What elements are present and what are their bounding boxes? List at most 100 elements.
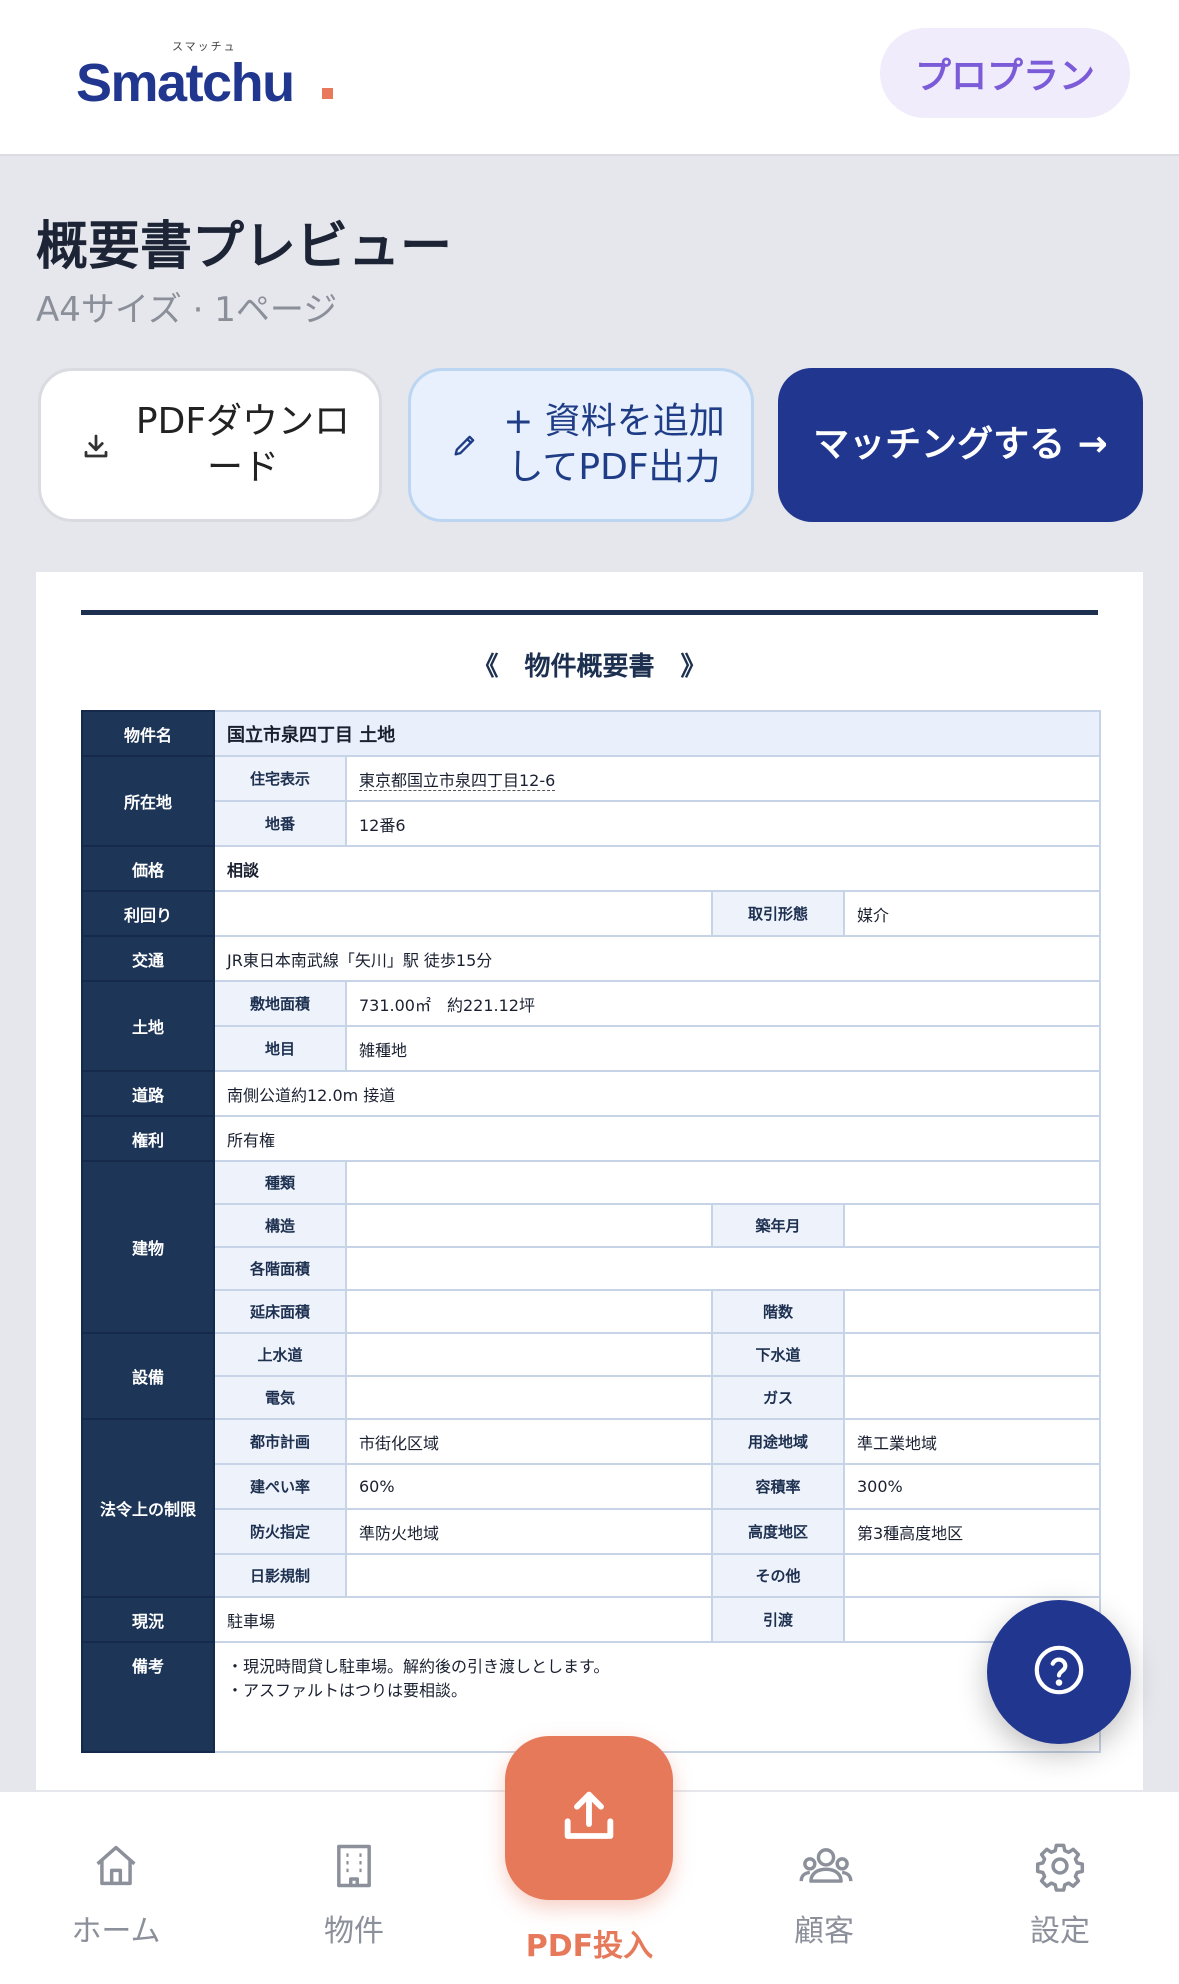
table-row: 利回り 取引形態 媒介 (81, 890, 1102, 937)
sub-header: 引渡 (711, 1596, 845, 1643)
far-value: 300% (842, 1463, 1102, 1510)
row-header: 権利 (81, 1115, 215, 1162)
help-icon (1031, 1642, 1087, 1702)
city-plan-value: 市街化区域 (345, 1418, 713, 1465)
doc-top-rule (81, 610, 1098, 615)
pdf-upload-label[interactable]: PDF投入 (0, 1921, 1179, 1965)
floors-value (842, 1289, 1102, 1334)
sub-header: 延床面積 (213, 1289, 347, 1334)
table-row: 物件名 国立市泉四丁目 土地 (81, 710, 1102, 757)
add-material-label: + 資料を追加してPDF出力 (503, 401, 725, 488)
sub-header: 下水道 (711, 1332, 845, 1377)
sewer-value (842, 1332, 1102, 1377)
app-header: スマッチュ Smatchu プロプラン (0, 0, 1179, 156)
doc-heading: 《 物件概要書 》 (472, 651, 707, 682)
sub-header: 都市計画 (213, 1418, 347, 1465)
type-value (344, 1160, 1102, 1205)
sub-header: その他 (711, 1553, 845, 1598)
table-row: 建ぺい率 60% 容積率 300% (82, 1463, 1102, 1510)
structure-value (345, 1203, 713, 1248)
table-row: 構造 築年月 (82, 1203, 1102, 1248)
table-row: 建物 種類 (81, 1160, 1102, 1334)
sub-header: 階数 (711, 1289, 845, 1334)
table-row: 価格 相談 (81, 845, 1102, 892)
table-row: 防火指定 準防火地域 高度地区 第3種高度地区 (82, 1508, 1102, 1555)
people-icon (798, 1840, 854, 1896)
table-row: 土地 敷地面積 731.00㎡ 約221.12坪 (81, 980, 1102, 1072)
pdf-download-label: PDFダウンロード (135, 401, 351, 488)
sub-header: 上水道 (213, 1332, 347, 1377)
electric-value (345, 1375, 713, 1420)
row-header: 所在地 (81, 755, 215, 847)
sub-header: 種類 (213, 1160, 347, 1205)
table-row: 地目 雑種地 (82, 1025, 1102, 1072)
row-header: 価格 (81, 845, 215, 892)
pencil-icon (451, 431, 479, 463)
pdf-upload-button[interactable] (505, 1736, 673, 1900)
gear-icon (1034, 1840, 1086, 1896)
upload-icon (557, 1784, 621, 1852)
property-spec-table: 物件名 国立市泉四丁目 土地 所在地 住宅表示 東京都国立市泉四丁目12-6 地… (81, 710, 1102, 1753)
rights-value: 所有権 (212, 1115, 1102, 1162)
yield-value (213, 890, 713, 937)
sub-header: 建ぺい率 (213, 1463, 347, 1510)
row-header: 現況 (81, 1596, 215, 1643)
sub-header: 電気 (213, 1375, 347, 1420)
page-title: 概要書プレビュー (36, 217, 453, 277)
matching-label: マッチングする → (813, 424, 1108, 465)
sub-header: ガス (711, 1375, 845, 1420)
sub-header: 住宅表示 (213, 755, 347, 802)
table-row: 道路 南側公道約12.0m 接道 (81, 1070, 1102, 1117)
home-icon (90, 1840, 142, 1896)
remarks-line: ・現況時間貸し駐車場。解約後の引き渡しとします。 (227, 1657, 610, 1676)
table-row: 法令上の制限 都市計画 市街化区域 用途地域 準工業地域 (81, 1418, 1102, 1598)
row-header: 利回り (81, 890, 215, 937)
table-row: 延床面積 階数 (82, 1289, 1102, 1334)
page-subtitle: A4サイズ · 1ページ (36, 290, 338, 330)
table-row: 交通 JR東日本南武線「矢川」駅 徒歩15分 (81, 935, 1102, 982)
table-row: 電気 ガス (82, 1375, 1102, 1420)
coverage-value: 60% (345, 1463, 713, 1510)
zoning-value: 準工業地域 (842, 1418, 1102, 1465)
lot-value: 12番6 (344, 800, 1102, 847)
sub-header: 日影規制 (213, 1553, 347, 1598)
table-row: 日影規制 その他 (82, 1553, 1102, 1598)
address-text: 東京都国立市泉四丁目12-6 (359, 770, 556, 791)
row-header: 物件名 (81, 710, 215, 757)
add-material-pdf-button[interactable]: + 資料を追加してPDF出力 (408, 368, 754, 522)
sub-header: 防火指定 (213, 1508, 347, 1555)
pro-plan-button[interactable]: プロプラン (880, 28, 1130, 118)
transport-value: JR東日本南武線「矢川」駅 徒歩15分 (212, 935, 1102, 982)
building-icon (328, 1840, 380, 1896)
site-area-value: 731.00㎡ 約221.12坪 (344, 980, 1102, 1027)
pdf-download-button[interactable]: PDFダウンロード (38, 368, 382, 522)
sub-header: 築年月 (711, 1203, 845, 1248)
price-value: 相談 (212, 845, 1102, 892)
matching-button[interactable]: マッチングする → (778, 368, 1143, 522)
gas-value (842, 1375, 1102, 1420)
shadow-value (345, 1553, 713, 1598)
address-value: 東京都国立市泉四丁目12-6 (344, 755, 1102, 802)
status-value: 駐車場 (213, 1596, 713, 1643)
height-value: 第3種高度地区 (842, 1508, 1102, 1555)
remarks-value: ・現況時間貸し駐車場。解約後の引き渡しとします。 ・アスファルトはつりは要相談。 (212, 1641, 1102, 1753)
total-area-value (345, 1289, 713, 1334)
table-row: 権利 所有権 (81, 1115, 1102, 1162)
row-header: 建物 (81, 1160, 215, 1334)
deal-value: 媒介 (842, 890, 1102, 937)
help-button[interactable] (987, 1600, 1131, 1744)
sub-header: 高度地区 (711, 1508, 845, 1555)
sub-header: 容積率 (711, 1463, 845, 1510)
table-row: 地番 12番6 (82, 800, 1102, 847)
built-value (842, 1203, 1102, 1248)
property-name: 国立市泉四丁目 土地 (212, 710, 1102, 757)
land-category-value: 雑種地 (344, 1025, 1102, 1072)
sub-header: 敷地面積 (213, 980, 347, 1027)
sub-header: 構造 (213, 1203, 347, 1248)
row-header: 法令上の制限 (81, 1418, 215, 1598)
logo-dot (322, 88, 333, 99)
sub-header: 用途地域 (711, 1418, 845, 1465)
sub-header: 各階面積 (213, 1246, 347, 1291)
road-value: 南側公道約12.0m 接道 (212, 1070, 1102, 1117)
logo-text: Smatchu (76, 53, 295, 113)
